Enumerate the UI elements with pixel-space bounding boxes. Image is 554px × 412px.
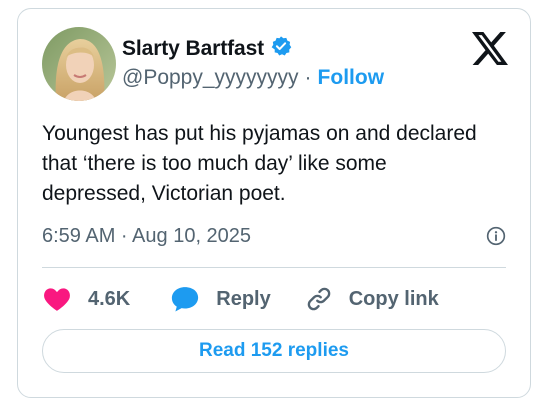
action-bar: 4.6K Reply Copy link [42,285,439,313]
author-name-row: Slarty Bartfast [122,35,292,62]
link-icon [305,285,333,313]
x-logo-icon[interactable] [472,32,508,65]
reply-label: Reply [216,287,271,310]
tweet-timestamp[interactable]: 6:59 AM · Aug 10, 2025 [42,225,251,248]
follow-button[interactable]: Follow [318,66,385,90]
handle-row: @Poppy_yyyyyyyy · Follow [122,66,384,90]
author-name[interactable]: Slarty Bartfast [122,37,264,61]
like-button[interactable]: 4.6K [42,286,130,312]
info-icon[interactable] [486,226,506,246]
verified-badge-icon [270,35,292,62]
avatar[interactable] [42,27,116,101]
separator: · [304,66,312,89]
speech-bubble-icon [170,285,200,313]
copy-link-label: Copy link [348,287,439,310]
divider [42,267,506,268]
tweet-text: Youngest has put his pyjamas on and decl… [42,122,477,205]
like-count: 4.6K [88,287,131,310]
reply-button[interactable]: Reply [170,285,271,313]
tweet-card: Slarty Bartfast @Poppy_yyyyyyyy · Follow… [17,8,531,398]
heart-icon [42,286,72,312]
author-handle[interactable]: @Poppy_yyyyyyyy [122,66,299,90]
read-replies-button[interactable]: Read 152 replies [42,329,506,373]
copy-link-button[interactable]: Copy link [305,285,439,313]
